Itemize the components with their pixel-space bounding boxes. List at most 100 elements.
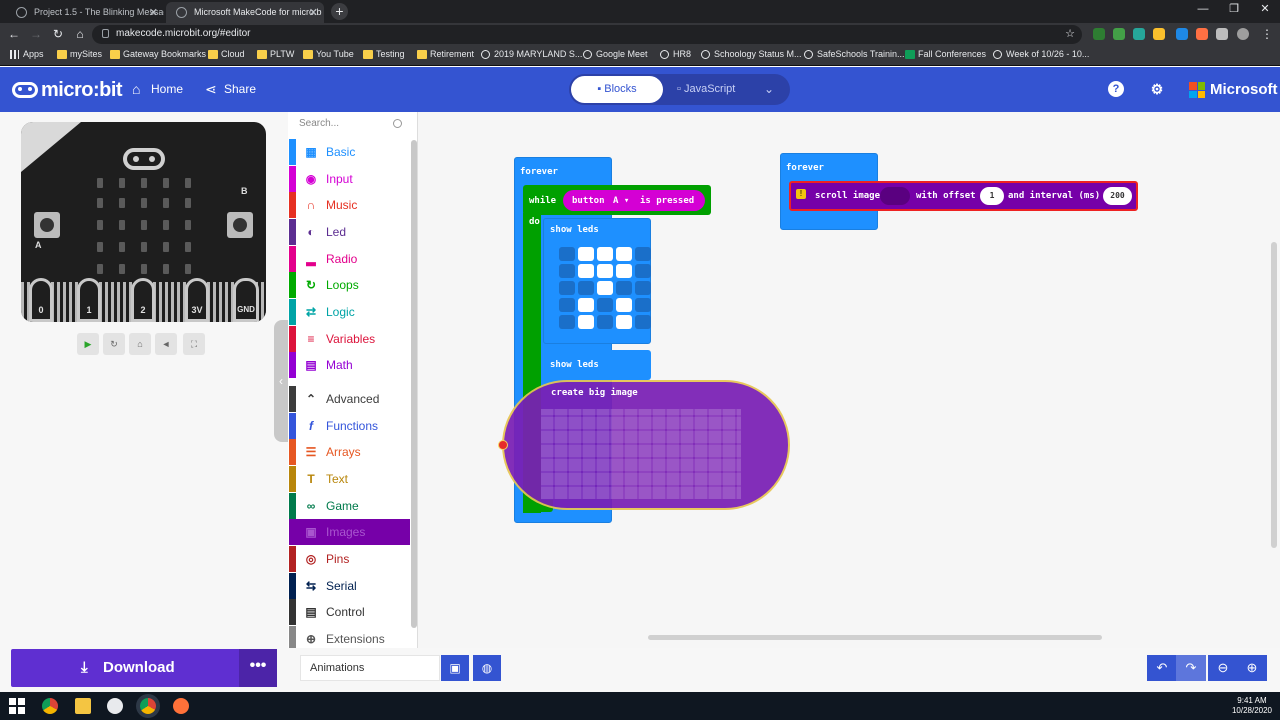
image-slot[interactable]: [880, 187, 910, 205]
undo-icon[interactable]: ↶: [1147, 655, 1177, 681]
download-button[interactable]: ⤓ Download •••: [11, 649, 277, 687]
star-icon[interactable]: ☆: [1062, 26, 1078, 42]
led-cell[interactable]: [597, 264, 613, 278]
profile-avatar[interactable]: [1237, 28, 1249, 40]
button-a[interactable]: [34, 212, 60, 238]
blocks-tab[interactable]: ▪ Blocks: [571, 76, 663, 103]
extension-icon[interactable]: [1176, 28, 1188, 40]
pin-2[interactable]: 2: [131, 278, 155, 322]
led[interactable]: [119, 198, 125, 208]
bookmark[interactable]: SafeSchools Trainin...: [804, 49, 905, 59]
github-icon[interactable]: ◍: [473, 655, 501, 681]
gear-icon[interactable]: ⚙: [1149, 81, 1165, 97]
restart-icon[interactable]: ↻: [103, 333, 125, 355]
category-loops[interactable]: ↻ Loops: [289, 272, 410, 298]
led-cell[interactable]: [597, 247, 613, 261]
category-input[interactable]: ◉ Input: [289, 166, 410, 192]
led[interactable]: [163, 264, 169, 274]
category-advanced[interactable]: ⌃ Advanced: [289, 386, 410, 412]
bookmark[interactable]: You Tube: [303, 49, 354, 59]
led-cell[interactable]: [559, 281, 575, 295]
led-cell[interactable]: [616, 264, 632, 278]
led[interactable]: [119, 242, 125, 252]
bookmark[interactable]: Gateway Bookmarks: [110, 49, 206, 59]
bookmark[interactable]: Google Meet: [583, 49, 648, 59]
category-text[interactable]: T Text: [289, 466, 410, 492]
led[interactable]: [185, 242, 191, 252]
led[interactable]: [185, 220, 191, 230]
led-cell[interactable]: [578, 298, 594, 312]
led-cell[interactable]: [559, 298, 575, 312]
drive-icon[interactable]: [1153, 28, 1165, 40]
collapse-simulator-icon[interactable]: ‹: [274, 320, 288, 442]
led[interactable]: [97, 178, 103, 188]
file-explorer-icon[interactable]: [75, 698, 91, 714]
led-cell[interactable]: [635, 264, 651, 278]
led-cell[interactable]: [597, 315, 613, 329]
windows-start-icon[interactable]: [9, 698, 25, 714]
firefox-icon[interactable]: [173, 698, 189, 714]
browser-tab-active[interactable]: Microsoft MakeCode for micro:b ✕: [166, 2, 324, 23]
home-button[interactable]: ⌂ Home: [132, 81, 183, 97]
led-cell[interactable]: [578, 281, 594, 295]
led[interactable]: [163, 198, 169, 208]
extension-icon[interactable]: [1196, 28, 1208, 40]
slowmo-icon[interactable]: ⌂: [129, 333, 151, 355]
home-icon[interactable]: ⌂: [72, 26, 88, 42]
led-cell[interactable]: [635, 298, 651, 312]
back-icon[interactable]: ←: [6, 26, 22, 42]
window-close-button[interactable]: ✕: [1250, 0, 1280, 20]
pin-1[interactable]: 1: [77, 278, 101, 322]
category-control[interactable]: ▤ Control: [289, 599, 410, 625]
play-icon[interactable]: ▶: [77, 333, 99, 355]
led[interactable]: [119, 220, 125, 230]
category-music[interactable]: ∩ Music: [289, 192, 410, 218]
category-pins[interactable]: ◎ Pins: [289, 546, 410, 572]
zoom-out-icon[interactable]: ⊖: [1208, 655, 1238, 681]
led[interactable]: [97, 198, 103, 208]
browser-tab[interactable]: Project 1.5 - The Blinking Messag ✕: [6, 2, 164, 23]
help-icon[interactable]: ?: [1108, 81, 1124, 97]
led-cell[interactable]: [559, 264, 575, 278]
led[interactable]: [141, 220, 147, 230]
led-grid-editor[interactable]: [555, 243, 651, 333]
led-cell[interactable]: [635, 247, 651, 261]
microbit-logo[interactable]: micro:bit: [12, 79, 123, 102]
minimize-button[interactable]: —: [1188, 0, 1218, 20]
extension-icon[interactable]: [1093, 28, 1105, 40]
chrome-active-icon[interactable]: [140, 698, 156, 714]
zoom-in-icon[interactable]: ⊕: [1237, 655, 1267, 681]
led[interactable]: [163, 242, 169, 252]
microbit-board-logo[interactable]: [123, 148, 165, 170]
led-cell[interactable]: [578, 315, 594, 329]
led[interactable]: [163, 220, 169, 230]
led-cell[interactable]: [616, 247, 632, 261]
bookmark[interactable]: Schoology Status M...: [701, 49, 802, 59]
more-options-button[interactable]: •••: [239, 649, 277, 687]
redo-icon[interactable]: ↷: [1176, 655, 1206, 681]
bookmark[interactable]: mySites: [57, 49, 102, 59]
led[interactable]: [119, 264, 125, 274]
button-dropdown[interactable]: A ▾: [613, 196, 629, 206]
url-input[interactable]: makecode.microbit.org/#editor: [92, 25, 1082, 44]
category-variables[interactable]: ≡ Variables: [289, 326, 410, 352]
led-cell[interactable]: [597, 281, 613, 295]
bookmark[interactable]: Retirement: [417, 49, 474, 59]
led-cell[interactable]: [616, 281, 632, 295]
toolbox-scrollbar[interactable]: [411, 140, 417, 628]
share-button[interactable]: ⋖ Share: [205, 81, 256, 97]
led-cell[interactable]: [635, 281, 651, 295]
workspace-h-scrollbar[interactable]: [648, 635, 1102, 640]
mute-icon[interactable]: ◄: [155, 333, 177, 355]
button-b[interactable]: [227, 212, 253, 238]
led[interactable]: [185, 264, 191, 274]
led-cell[interactable]: [559, 247, 575, 261]
bookmark[interactable]: PLTW: [257, 49, 294, 59]
category-game[interactable]: ∞ Game: [289, 493, 410, 519]
bookmark[interactable]: 2019 MARYLAND S...: [481, 49, 582, 59]
toolbox-search-input[interactable]: Search...: [299, 118, 406, 134]
offset-input[interactable]: 1: [980, 187, 1004, 205]
pin-0[interactable]: 0: [29, 278, 53, 322]
category-math[interactable]: ▤ Math: [289, 352, 410, 378]
taskbar-clock[interactable]: 9:41 AM 10/28/2020: [1232, 696, 1272, 716]
